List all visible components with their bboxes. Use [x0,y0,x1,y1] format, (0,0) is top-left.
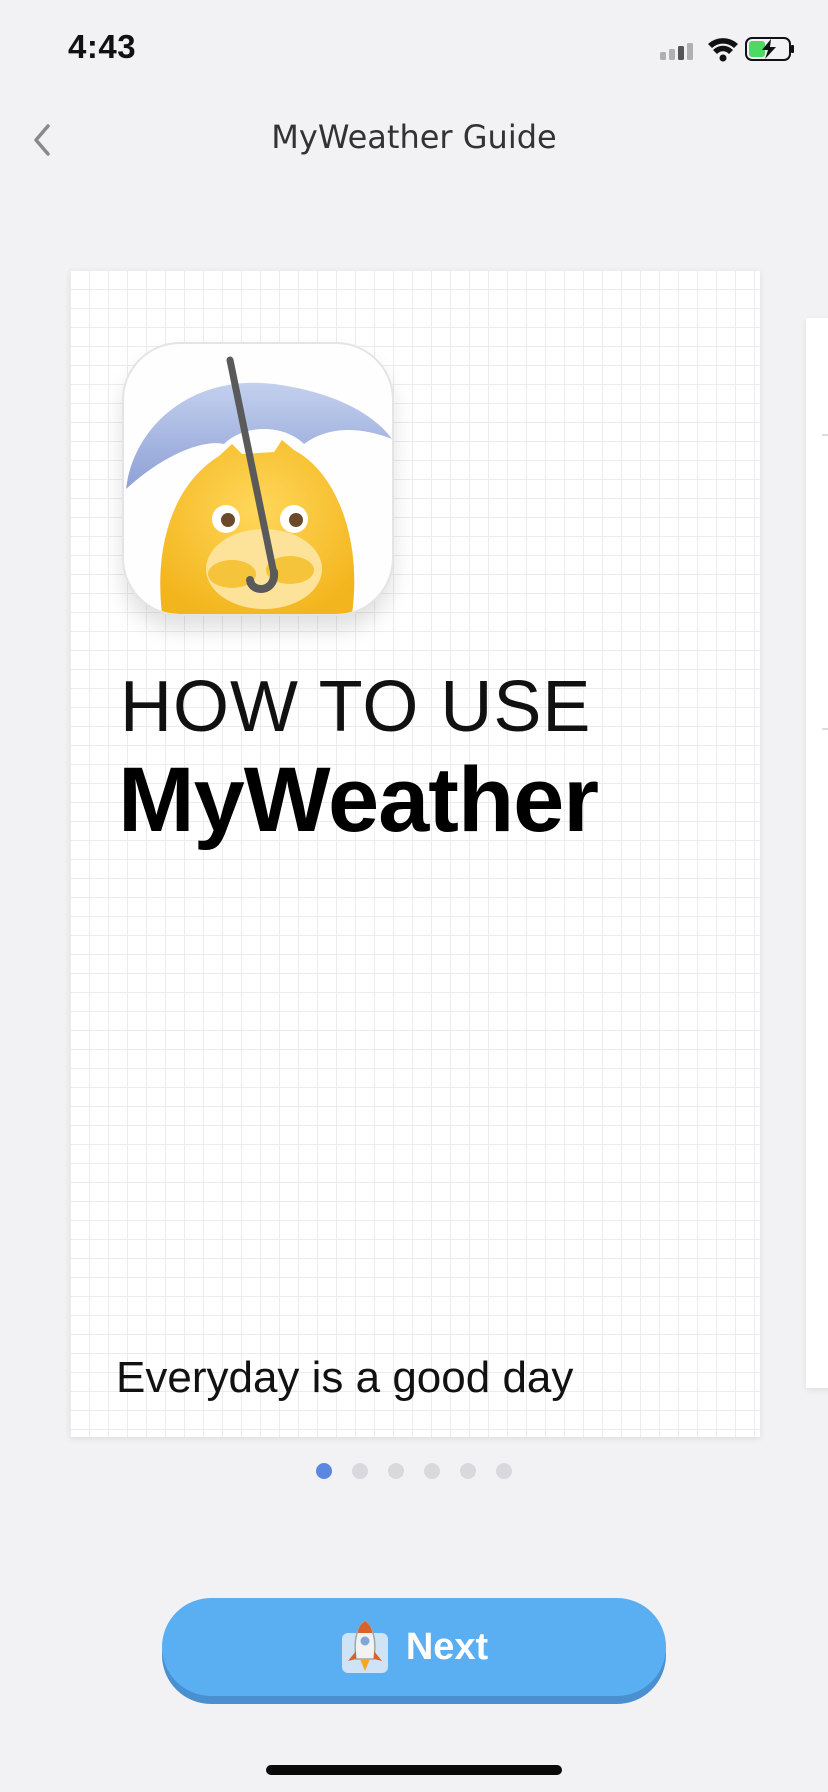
wifi-icon [708,38,738,62]
cellular-signal-icon [660,43,693,60]
page-dot-4[interactable] [424,1463,440,1479]
status-time: 4:43 [68,28,137,65]
preview-line [822,434,828,436]
page-dot-3[interactable] [388,1463,404,1479]
card-tagline: Everyday is a good day [116,1353,574,1402]
page-dot-6[interactable] [496,1463,512,1479]
next-button[interactable]: Next [162,1598,666,1696]
status-icons [660,37,794,62]
battery-charging-icon [745,37,794,61]
next-button-label: Next [405,1625,489,1668]
page-dot-2[interactable] [352,1463,368,1479]
home-indicator[interactable] [266,1765,562,1775]
card-heading: HOW TO USE [120,667,592,747]
rocket-mascot-icon [341,1620,388,1673]
guide-screen: 4:43 MyWeather Guide HOW TO USE MyWeathe… [0,0,828,1792]
next-card-preview[interactable] [806,318,828,1388]
navigation-bar: MyWeather Guide [0,100,828,180]
guide-card[interactable]: HOW TO USE MyWeather Everyday is a good … [70,270,760,1437]
card-brand-title: MyWeather [118,749,599,851]
page-dot-1[interactable] [316,1463,332,1479]
page-indicator [0,1463,828,1481]
preview-line [822,728,828,730]
page-title: MyWeather Guide [271,118,557,156]
status-bar: 4:43 [0,0,828,100]
page-dot-5[interactable] [460,1463,476,1479]
app-mascot-umbrella-icon [122,342,394,616]
